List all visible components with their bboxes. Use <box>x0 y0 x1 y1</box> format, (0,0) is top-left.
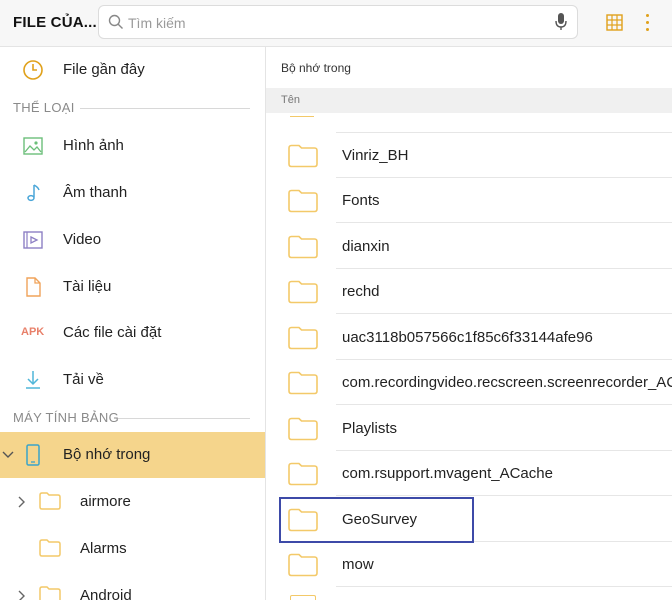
folder-row[interactable]: dianxin <box>266 224 672 269</box>
folder-row-highlighted[interactable]: GeoSurvey <box>266 497 672 543</box>
tree-item-airmore[interactable]: airmore <box>0 479 265 525</box>
folder-icon <box>39 492 61 510</box>
partial-folder-row <box>266 588 672 600</box>
sidebar-item-video[interactable]: Video <box>0 217 265 263</box>
partial-folder-row <box>266 113 672 133</box>
folder-name: dianxin <box>342 238 390 255</box>
grid-view-icon[interactable] <box>606 14 623 31</box>
divider <box>80 108 250 109</box>
folder-row[interactable]: rechd <box>266 269 672 314</box>
file-list-panel: Bộ nhớ trong Tên Vinriz_BH Fonts dianxin… <box>266 47 672 600</box>
tree-item-label: Alarms <box>80 540 127 557</box>
tablet-icon <box>26 444 40 466</box>
tree-item-alarms[interactable]: Alarms <box>0 526 265 572</box>
column-header-label: Tên <box>281 94 300 106</box>
folder-icon <box>39 586 61 600</box>
sidebar-item-downloads[interactable]: Tải về <box>0 357 265 403</box>
sidebar-item-label: Tải về <box>63 371 104 388</box>
sidebar: File gần đây THỂ LOẠI Hình ảnh Âm thanh … <box>0 47 266 600</box>
sidebar-item-images[interactable]: Hình ảnh <box>0 123 265 169</box>
sidebar-item-documents[interactable]: Tài liệu <box>0 264 265 310</box>
folder-icon <box>288 144 318 168</box>
chevron-right-icon[interactable] <box>18 496 26 508</box>
folder-icon <box>288 235 318 259</box>
section-header-device: MÁY TÍNH BẢNG <box>13 410 119 425</box>
top-bar: FILE CỦA... Tìm kiếm <box>0 0 672 47</box>
folder-icon <box>288 553 318 577</box>
divider <box>118 418 250 419</box>
folder-name: Playlists <box>342 420 398 437</box>
sidebar-item-label: Video <box>63 231 102 248</box>
folder-name: com.recordingvideo.recscreen.screenrecor… <box>342 374 672 391</box>
sidebar-item-label: Hình ảnh <box>63 137 124 154</box>
folder-name: mow <box>342 556 374 573</box>
folder-row[interactable]: com.rsupport.mvagent_ACache <box>266 451 672 496</box>
sidebar-item-label: File gần đây <box>63 61 145 78</box>
folder-icon <box>288 280 318 304</box>
folder-icon <box>288 417 318 441</box>
folder-icon <box>288 462 318 486</box>
folder-name: Fonts <box>342 192 380 209</box>
search-input[interactable]: Tìm kiếm <box>128 15 186 31</box>
search-box[interactable]: Tìm kiếm <box>98 5 578 39</box>
sidebar-item-internal-storage[interactable]: Bộ nhớ trong <box>0 432 265 478</box>
column-header-name[interactable]: Tên <box>266 88 672 113</box>
folder-icon <box>288 371 318 395</box>
folder-row[interactable]: Vinriz_BH <box>266 133 672 178</box>
tree-item-android[interactable]: Android <box>0 573 265 600</box>
document-icon <box>26 277 41 297</box>
sidebar-item-apk[interactable]: APK Các file cài đặt <box>0 310 265 356</box>
image-icon <box>23 137 43 155</box>
tree-item-label: airmore <box>80 493 131 510</box>
folder-row[interactable]: uac3118b057566c1f85c6f33144afe96 <box>266 315 672 360</box>
microphone-icon[interactable] <box>555 13 567 31</box>
clock-icon <box>23 60 43 80</box>
download-icon <box>26 371 40 389</box>
folder-name: uac3118b057566c1f85c6f33144afe96 <box>342 329 593 346</box>
breadcrumb[interactable]: Bộ nhớ trong <box>281 61 351 75</box>
section-header-categories: THỂ LOẠI <box>13 100 75 115</box>
folder-name: Vinriz_BH <box>342 147 409 164</box>
folder-row[interactable]: mow <box>266 542 672 587</box>
tree-item-label: Android <box>80 587 132 600</box>
sidebar-item-label: Âm thanh <box>63 184 128 201</box>
sidebar-item-label: Các file cài đặt <box>63 324 162 341</box>
chevron-right-icon[interactable] <box>18 590 26 600</box>
folder-icon <box>39 539 61 557</box>
folder-row[interactable]: Fonts <box>266 178 672 223</box>
sidebar-item-recent[interactable]: File gần đây <box>0 47 265 93</box>
folder-name: com.rsupport.mvagent_ACache <box>342 465 553 482</box>
folder-name: rechd <box>342 283 380 300</box>
music-note-icon <box>27 184 40 202</box>
sidebar-item-label: Bộ nhớ trong <box>63 446 151 463</box>
folder-icon <box>288 326 318 350</box>
chevron-down-icon[interactable] <box>2 451 14 459</box>
sidebar-item-label: Tài liệu <box>63 278 112 295</box>
video-icon <box>23 231 43 249</box>
more-options-icon[interactable] <box>641 12 653 34</box>
highlight-box <box>279 497 474 543</box>
folder-icon <box>288 189 318 213</box>
sidebar-item-audio[interactable]: Âm thanh <box>0 170 265 216</box>
folder-row[interactable]: Playlists <box>266 406 672 451</box>
app-title: FILE CỦA... <box>13 14 97 31</box>
folder-row[interactable]: com.recordingvideo.recscreen.screenrecor… <box>266 360 672 405</box>
apk-icon: APK <box>21 326 45 338</box>
search-icon <box>108 14 123 29</box>
